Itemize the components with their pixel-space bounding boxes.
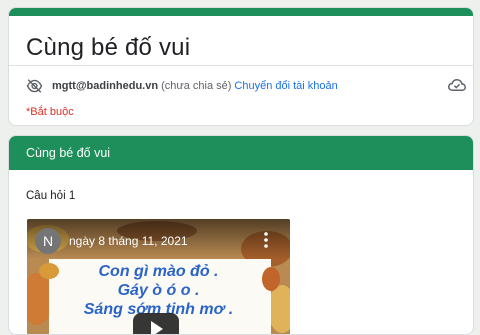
video-title[interactable]: ngày 8 tháng 11, 2021 <box>69 234 188 248</box>
cloud-icon[interactable] <box>447 78 467 92</box>
shared-status: (chưa chia sẻ) <box>161 80 232 92</box>
question-label: Câu hỏi 1 <box>26 190 76 202</box>
question-card: Cùng bé đố vui Câu hỏi 1 N ngày 8 tháng … <box>8 135 474 335</box>
section-title: Cùng bé đố vui <box>26 146 111 160</box>
more-vert-icon[interactable] <box>264 232 268 248</box>
header-accent-bar <box>9 8 473 16</box>
poem-line-2: Gáy ò ó o . <box>117 282 200 299</box>
section-header: Cùng bé đố vui <box>9 136 473 170</box>
required-note: *Bắt buộc <box>26 106 74 118</box>
form-header-card: Cùng bé đố vui mgtt@badinhedu.vn (chưa c… <box>8 7 474 126</box>
video-embed[interactable]: N ngày 8 tháng 11, 2021 Con gì mào đỏ . … <box>27 219 290 334</box>
account-row: mgtt@badinhedu.vn (chưa chia sẻ) Chuyển … <box>26 76 467 96</box>
header-divider <box>9 65 473 66</box>
eye-off-icon <box>26 79 43 93</box>
switch-account-link[interactable]: Chuyển đổi tài khoản <box>234 80 337 92</box>
poem-line-1: Con gì mào đỏ . <box>98 263 219 280</box>
account-email: mgtt@badinhedu.vn <box>52 80 159 92</box>
play-icon[interactable] <box>133 313 179 334</box>
channel-avatar[interactable]: N <box>35 228 61 254</box>
form-title: Cùng bé đố vui <box>26 34 191 61</box>
